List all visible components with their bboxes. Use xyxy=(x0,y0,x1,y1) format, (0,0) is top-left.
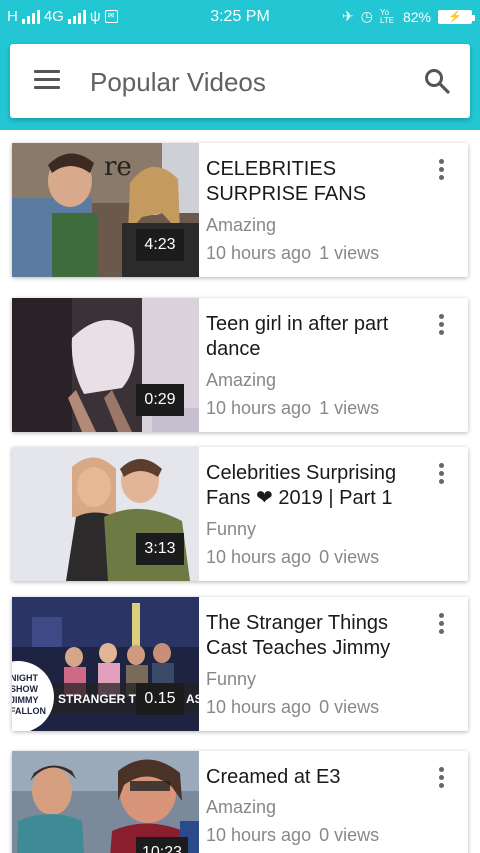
alarm-icon: ◷ xyxy=(360,8,373,24)
hamburger-menu-icon[interactable] xyxy=(34,70,60,90)
video-card[interactable]: re 4:23 CELEBRITIES SURPRISE FANS Amazin… xyxy=(12,143,468,277)
video-category: Funny xyxy=(206,669,257,689)
video-views: 0 views xyxy=(319,697,380,717)
show-logo-line1: NIGHT xyxy=(12,673,39,683)
more-options-icon[interactable] xyxy=(436,613,446,637)
video-category: Funny xyxy=(206,519,257,539)
page-title: Popular Videos xyxy=(90,67,266,97)
video-thumbnail[interactable]: 3:13 xyxy=(12,447,199,581)
toolbar: Popular Videos xyxy=(10,44,470,118)
show-logo-line4: FALLON xyxy=(12,706,46,716)
video-duration: 4:23 xyxy=(136,229,184,261)
video-views: 0 views xyxy=(319,825,380,845)
video-views: 1 views xyxy=(319,243,380,263)
video-thumbnail[interactable]: 0:29 xyxy=(12,298,199,432)
status-right: ✈ ◷ Yo LTE 82% ⚡ xyxy=(342,7,475,25)
video-views: 1 views xyxy=(319,398,380,418)
more-options-icon[interactable] xyxy=(436,463,446,487)
video-thumbnail[interactable]: 10:23 xyxy=(12,751,199,853)
video-duration: 3:13 xyxy=(136,533,184,565)
volte-label: Yo LTE xyxy=(379,7,395,25)
search-icon[interactable] xyxy=(424,68,450,94)
svg-text:re: re xyxy=(104,152,132,182)
video-title[interactable]: Celebrities Surprising Fans ❤ 2019 | Par… xyxy=(206,461,416,511)
show-logo-line2: SHOW xyxy=(12,684,39,694)
video-age: 10 hours ago xyxy=(206,547,312,567)
video-meta: 10 hours ago 0 views xyxy=(206,547,379,568)
mute-icon: ✈ xyxy=(342,8,354,24)
video-age: 10 hours ago xyxy=(206,243,312,263)
thumb-caption-tail: AS xyxy=(186,692,199,706)
video-card[interactable]: 3:13 Celebrities Surprising Fans ❤ 2019 … xyxy=(12,447,468,581)
video-meta: 10 hours ago 0 views xyxy=(206,697,379,718)
video-title[interactable]: The Stranger Things Cast Teaches Jimmy xyxy=(206,611,416,661)
show-logo-line3: JIMMY xyxy=(12,695,39,705)
battery-percent: 82% xyxy=(402,8,431,25)
video-category: Amazing xyxy=(206,370,277,390)
video-duration: 0.15 xyxy=(136,683,184,715)
video-title[interactable]: Teen girl in after part dance xyxy=(206,312,416,362)
thumb-caption: STRANGER T xyxy=(58,692,137,706)
video-meta: 10 hours ago 1 views xyxy=(206,243,379,264)
video-card[interactable]: 10:23 Creamed at E3 Amazing 10 hours ago… xyxy=(12,751,468,853)
more-options-icon[interactable] xyxy=(436,159,446,183)
video-title[interactable]: CELEBRITIES SURPRISE FANS xyxy=(206,157,416,207)
battery-icon: ⚡ xyxy=(438,9,475,24)
video-thumbnail[interactable]: NIGHT SHOW JIMMY FALLON STRANGER T AS 0.… xyxy=(12,597,199,731)
video-card[interactable]: NIGHT SHOW JIMMY FALLON STRANGER T AS 0.… xyxy=(12,597,468,731)
status-bar: H 4G ψ ✉ 3:25 PM ✈ ◷ Yo LTE 82% ⚡ xyxy=(0,0,480,33)
video-thumbnail[interactable]: re 4:23 xyxy=(12,143,199,277)
video-age: 10 hours ago xyxy=(206,398,312,418)
video-age: 10 hours ago xyxy=(206,697,312,717)
video-meta: 10 hours ago 1 views xyxy=(206,398,379,419)
video-meta: 10 hours ago 0 views xyxy=(206,825,379,846)
video-category: Amazing xyxy=(206,797,277,817)
video-age: 10 hours ago xyxy=(206,825,312,845)
video-category: Amazing xyxy=(206,215,277,235)
more-options-icon[interactable] xyxy=(436,314,446,338)
video-views: 0 views xyxy=(319,547,380,567)
more-options-icon[interactable] xyxy=(436,767,446,791)
video-card[interactable]: 0:29 Teen girl in after part dance Amazi… xyxy=(12,298,468,432)
video-duration: 0:29 xyxy=(136,384,184,416)
video-title[interactable]: Creamed at E3 xyxy=(206,765,416,790)
video-duration: 10:23 xyxy=(136,837,189,853)
